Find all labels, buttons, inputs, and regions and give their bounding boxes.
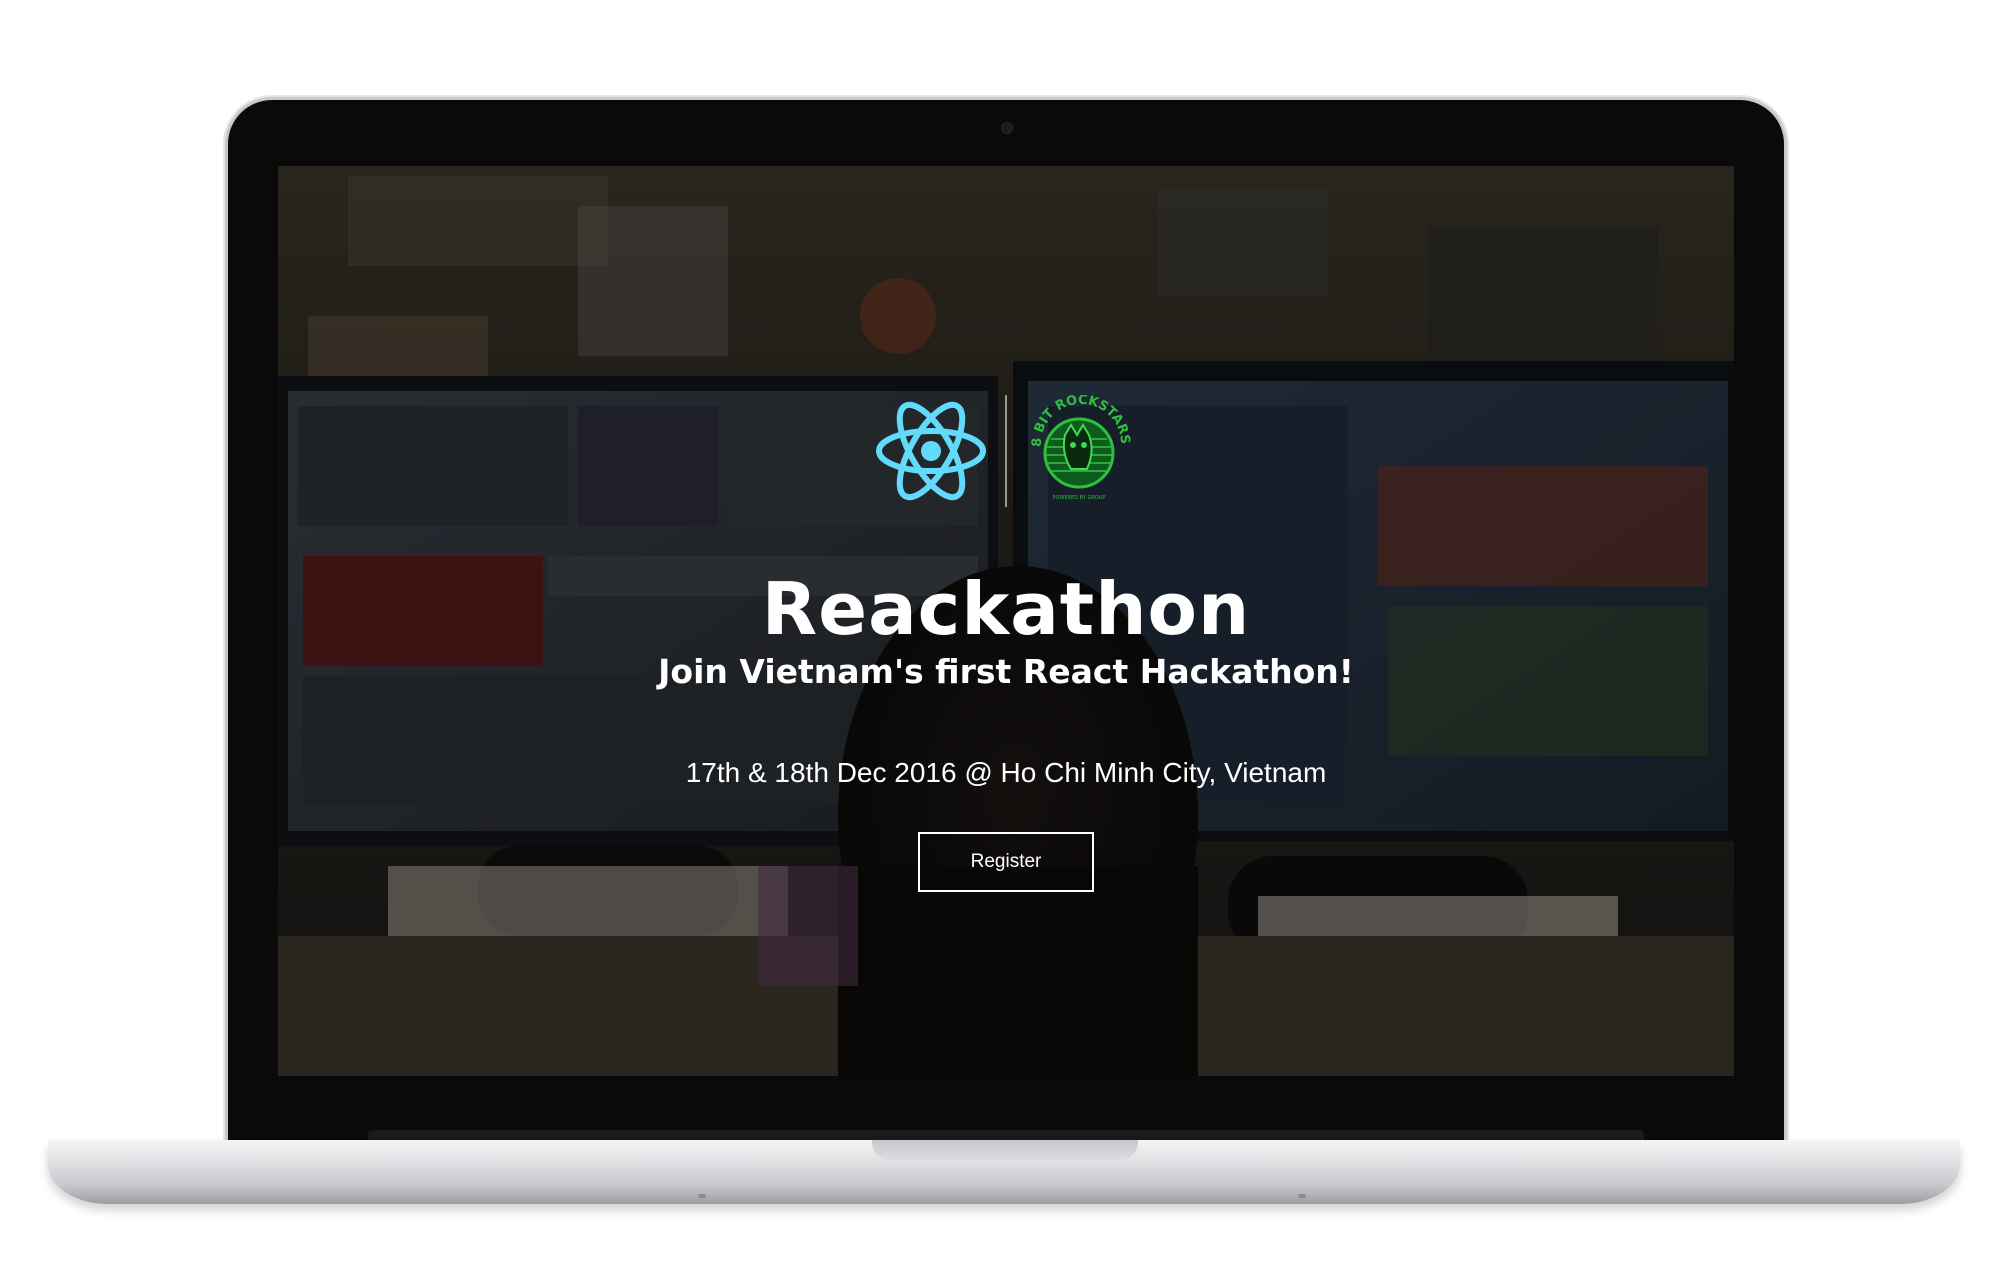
logo-divider xyxy=(1005,395,1007,507)
8-bit-rockstars-logo: 8 BIT ROCKSTARS POWERED BY GROUP xyxy=(1030,395,1133,501)
laptop-lid: 8 BIT ROCKSTARS POWERED BY GROUP Reackat… xyxy=(228,100,1784,1142)
browser-screen: 8 BIT ROCKSTARS POWERED BY GROUP Reackat… xyxy=(278,166,1734,1076)
page-title: Reackathon xyxy=(761,567,1251,651)
register-button[interactable]: Register xyxy=(918,832,1094,892)
event-date-location: 17th & 18th Dec 2016 @ Ho Chi Minh City,… xyxy=(685,757,1327,788)
trackpad-notch xyxy=(872,1140,1138,1160)
react-logo-icon xyxy=(876,401,986,501)
partner-logo-subtext: POWERED BY GROUP xyxy=(1053,495,1106,501)
hero-section: 8 BIT ROCKSTARS POWERED BY GROUP Reackat… xyxy=(278,166,1734,1076)
camera-icon xyxy=(1001,122,1013,134)
laptop-foot xyxy=(1298,1194,1306,1198)
hero-subtitle: Join Vietnam's first React Hackathon! xyxy=(658,652,1354,691)
logo-row: 8 BIT ROCKSTARS POWERED BY GROUP xyxy=(278,392,1734,510)
laptop-mockup: 8 BIT ROCKSTARS POWERED BY GROUP Reackat… xyxy=(0,0,2000,1276)
laptop-foot xyxy=(698,1194,706,1198)
laptop-base xyxy=(48,1140,1960,1204)
